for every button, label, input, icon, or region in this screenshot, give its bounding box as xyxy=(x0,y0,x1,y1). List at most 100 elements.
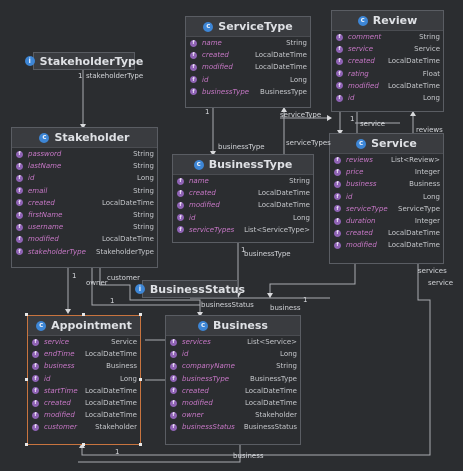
field-row[interactable]: f duration Integer xyxy=(330,215,443,227)
field-row[interactable]: f modified LocalDateTime xyxy=(12,233,157,245)
field-row[interactable]: f id Long xyxy=(28,373,140,385)
edge-label: stakeholderType xyxy=(86,72,144,80)
field-row[interactable]: f created LocalDateTime xyxy=(166,385,300,397)
class-icon: c xyxy=(198,320,209,331)
field-row[interactable]: f email String xyxy=(12,185,157,197)
selection-handle[interactable] xyxy=(139,443,142,446)
class-business[interactable]: c Business f services List<Service> f id Long… xyxy=(165,315,301,445)
field-row[interactable]: f modified LocalDateTime xyxy=(173,199,313,211)
field-icon: f xyxy=(177,226,184,234)
field-row[interactable]: f id Long xyxy=(330,191,443,203)
field-icon: f xyxy=(32,423,39,431)
selection-handle[interactable] xyxy=(139,378,142,381)
field-row[interactable]: f modified LocalDateTime xyxy=(186,61,310,73)
field-row[interactable]: f businessType BusinessType xyxy=(186,86,310,98)
field-row[interactable]: f created LocalDateTime xyxy=(28,397,140,409)
field-row[interactable]: f modified LocalDateTime xyxy=(166,397,300,409)
class-title: Stakeholder xyxy=(54,131,130,144)
field-type: Long xyxy=(120,374,137,383)
field-row[interactable]: f firstName String xyxy=(12,209,157,221)
field-row[interactable]: f reviews List<Review> xyxy=(330,154,443,166)
field-row[interactable]: f created LocalDateTime xyxy=(173,187,313,199)
field-row[interactable]: f endTime LocalDateTime xyxy=(28,348,140,360)
field-icon: f xyxy=(16,223,23,231)
field-row[interactable]: f created LocalDateTime xyxy=(332,55,443,67)
class-appointment[interactable]: c Appointment f service Service f endTime Loc… xyxy=(27,315,141,445)
edge-label: businessType xyxy=(244,250,291,258)
field-name: companyName xyxy=(182,362,235,371)
selection-handle[interactable] xyxy=(25,378,28,381)
class-title: StakeholderType xyxy=(39,54,144,68)
field-row[interactable]: f business Business xyxy=(330,178,443,190)
selection-handle[interactable] xyxy=(25,313,28,316)
selection-handle[interactable] xyxy=(139,313,142,316)
field-row[interactable]: f business Business xyxy=(28,360,140,372)
field-row[interactable]: f modified LocalDateTime xyxy=(28,409,140,421)
field-row[interactable]: f startTime LocalDateTime xyxy=(28,385,140,397)
field-row[interactable]: f id Long xyxy=(166,348,300,360)
class-stakeholder[interactable]: c Stakeholder f password String f lastName St… xyxy=(11,127,158,268)
field-name: price xyxy=(346,168,364,177)
class-businessstatus[interactable]: i BusinessStatus xyxy=(134,280,245,298)
class-service[interactable]: c Service f reviews List<Review> f price Inte… xyxy=(329,133,444,264)
field-type: Long xyxy=(137,174,154,183)
field-row[interactable]: f name String xyxy=(186,37,310,49)
field-icon: f xyxy=(177,189,184,197)
field-row[interactable]: f modified LocalDateTime xyxy=(332,80,443,92)
field-row[interactable]: f created LocalDateTime xyxy=(330,227,443,239)
field-icon: f xyxy=(334,229,341,237)
field-row[interactable]: f businessType BusinessType xyxy=(166,373,300,385)
field-row[interactable]: f serviceType ServiceType xyxy=(330,203,443,215)
field-type: Business xyxy=(106,362,137,371)
field-name: created xyxy=(182,386,209,395)
field-name: modified xyxy=(348,81,379,90)
selection-handle[interactable] xyxy=(82,443,85,446)
field-name: id xyxy=(346,192,353,201)
field-row[interactable]: f created LocalDateTime xyxy=(12,197,157,209)
field-name: created xyxy=(28,198,55,207)
field-row[interactable]: f comment String xyxy=(332,31,443,43)
field-row[interactable]: f created LocalDateTime xyxy=(186,49,310,61)
field-row[interactable]: f service Service xyxy=(28,336,140,348)
field-type: Stakeholder xyxy=(95,423,137,432)
field-type: LocalDateTime xyxy=(84,386,137,395)
class-icon: c xyxy=(203,21,214,32)
field-type: LocalDateTime xyxy=(84,350,137,359)
field-type: LocalDateTime xyxy=(254,51,307,60)
field-row[interactable]: f username String xyxy=(12,221,157,233)
field-row[interactable]: f rating Float xyxy=(332,68,443,80)
field-row[interactable]: f stakeholderType StakeholderType xyxy=(12,246,157,258)
field-row[interactable]: f name String xyxy=(173,175,313,187)
field-row[interactable]: f id Long xyxy=(332,92,443,104)
edge-label: service xyxy=(428,279,454,287)
class-businesstype[interactable]: c BusinessType f name String f created LocalD… xyxy=(172,154,314,243)
class-review[interactable]: c Review f comment String f service Service f c… xyxy=(331,10,444,112)
field-row[interactable]: f modified LocalDateTime xyxy=(330,239,443,251)
field-row[interactable]: f id Long xyxy=(173,212,313,224)
field-row[interactable]: f businessStatus BusinessStatus xyxy=(166,421,300,433)
field-row[interactable]: f serviceTypes List<ServiceType> xyxy=(173,224,313,236)
field-row[interactable]: f password String xyxy=(12,148,157,160)
field-row[interactable]: f owner Stakeholder xyxy=(166,409,300,421)
field-row[interactable]: f id Long xyxy=(186,74,310,86)
field-list: f services List<Service> f id Long f companyNam… xyxy=(166,336,300,434)
field-row[interactable]: f service Service xyxy=(332,43,443,55)
field-row[interactable]: f customer Stakeholder xyxy=(28,421,140,433)
field-name: business xyxy=(44,362,75,371)
selection-handle[interactable] xyxy=(82,313,85,316)
selection-handle[interactable] xyxy=(25,443,28,446)
field-row[interactable]: f services List<Service> xyxy=(166,336,300,348)
field-type: LocalDateTime xyxy=(257,189,310,198)
field-row[interactable]: f companyName String xyxy=(166,360,300,372)
field-row[interactable]: f price Integer xyxy=(330,166,443,178)
class-servicetype[interactable]: c ServiceType f name String f created LocalDa… xyxy=(185,16,311,108)
class-icon: c xyxy=(36,320,47,331)
field-icon: f xyxy=(336,33,343,41)
field-icon: f xyxy=(190,76,197,84)
field-list: f service Service f endTime LocalDateTime f bus… xyxy=(28,336,140,434)
field-row[interactable]: f id Long xyxy=(12,172,157,184)
class-stakeholdertype[interactable]: i StakeholderType xyxy=(24,52,143,70)
field-type: String xyxy=(133,211,154,220)
field-row[interactable]: f lastName String xyxy=(12,160,157,172)
field-type: Business xyxy=(409,180,440,189)
